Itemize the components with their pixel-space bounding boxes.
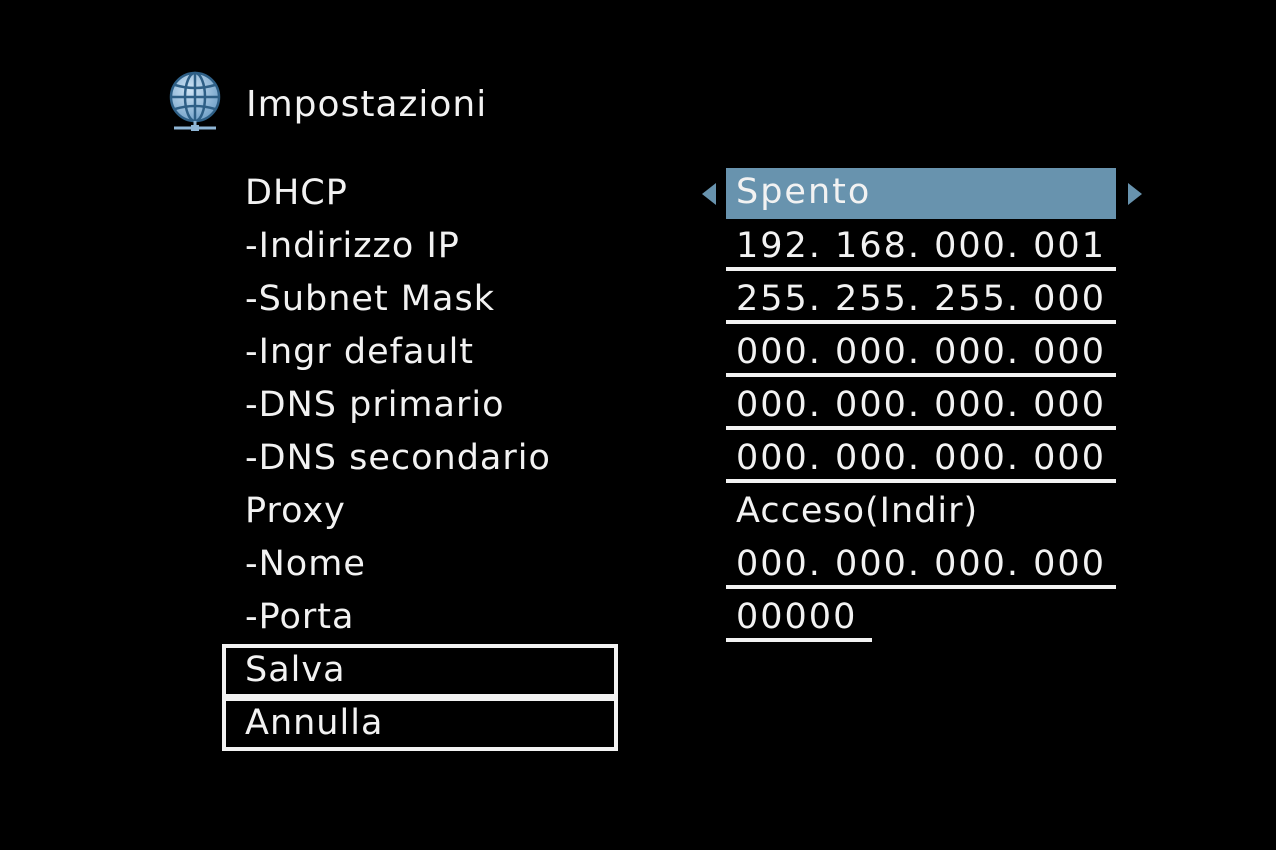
setting-label: -Porta — [245, 597, 355, 637]
cancel-button-label: Annulla — [245, 703, 384, 743]
setting-row-subnet-mask[interactable]: -Subnet Mask 255. 255. 255. 000 — [0, 275, 1276, 328]
setting-label: DHCP — [245, 173, 348, 213]
setting-label: Proxy — [245, 491, 346, 531]
setting-value-text: 255. 255. 255. 000 — [736, 279, 1106, 319]
save-button-label: Salva — [245, 650, 346, 690]
save-button[interactable]: Salva — [222, 644, 618, 698]
setting-row-proxy-port[interactable]: -Porta 00000 — [0, 593, 1276, 646]
setting-value-text: 000. 000. 000. 000 — [736, 438, 1106, 478]
setting-value-text: 192. 168. 000. 001 — [736, 226, 1106, 266]
setting-value-text: 00000 — [736, 597, 858, 637]
setting-value-dhcp[interactable]: Spento — [726, 168, 1116, 219]
setting-value-text: 000. 000. 000. 000 — [736, 385, 1106, 425]
setting-row-proxy-name[interactable]: -Nome 000. 000. 000. 000 — [0, 540, 1276, 593]
arrow-left-icon[interactable] — [702, 183, 716, 205]
setting-value-text: 000. 000. 000. 000 — [736, 332, 1106, 372]
header: Impostazioni — [168, 70, 486, 134]
primary-dns-field[interactable]: 000. 000. 000. 000 — [726, 381, 1116, 430]
setting-row-secondary-dns[interactable]: -DNS secondario 000. 000. 000. 000 — [0, 434, 1276, 487]
ip-address-field[interactable]: 192. 168. 000. 001 — [726, 222, 1116, 271]
cancel-button[interactable]: Annulla — [222, 697, 618, 751]
setting-label: -Nome — [245, 544, 366, 584]
setting-label: -Indirizzo IP — [245, 226, 460, 266]
setting-row-default-gateway[interactable]: -Ingr default 000. 000. 000. 000 — [0, 328, 1276, 381]
proxy-port-field[interactable]: 00000 — [726, 593, 872, 642]
setting-value-text: 000. 000. 000. 000 — [736, 544, 1106, 584]
page-title: Impostazioni — [246, 84, 488, 125]
proxy-value[interactable]: Acceso(Indir) — [726, 487, 1116, 535]
setting-label: -DNS primario — [245, 385, 505, 425]
setting-value-text: Spento — [736, 172, 872, 212]
setting-label: -Ingr default — [245, 332, 475, 372]
setting-label: -Subnet Mask — [245, 279, 495, 319]
setting-row-primary-dns[interactable]: -DNS primario 000. 000. 000. 000 — [0, 381, 1276, 434]
default-gateway-field[interactable]: 000. 000. 000. 000 — [726, 328, 1116, 377]
secondary-dns-field[interactable]: 000. 000. 000. 000 — [726, 434, 1116, 483]
setting-row-ip-address[interactable]: -Indirizzo IP 192. 168. 000. 001 — [0, 222, 1276, 275]
globe-network-icon — [169, 71, 221, 131]
proxy-name-field[interactable]: 000. 000. 000. 000 — [726, 540, 1116, 589]
setting-value-text: Acceso(Indir) — [736, 491, 979, 531]
setting-label: -DNS secondario — [245, 438, 551, 478]
setting-row-dhcp[interactable]: DHCP Spento — [0, 168, 1276, 222]
arrow-right-icon[interactable] — [1128, 183, 1142, 205]
setting-row-proxy[interactable]: Proxy Acceso(Indir) — [0, 487, 1276, 540]
subnet-mask-field[interactable]: 255. 255. 255. 000 — [726, 275, 1116, 324]
